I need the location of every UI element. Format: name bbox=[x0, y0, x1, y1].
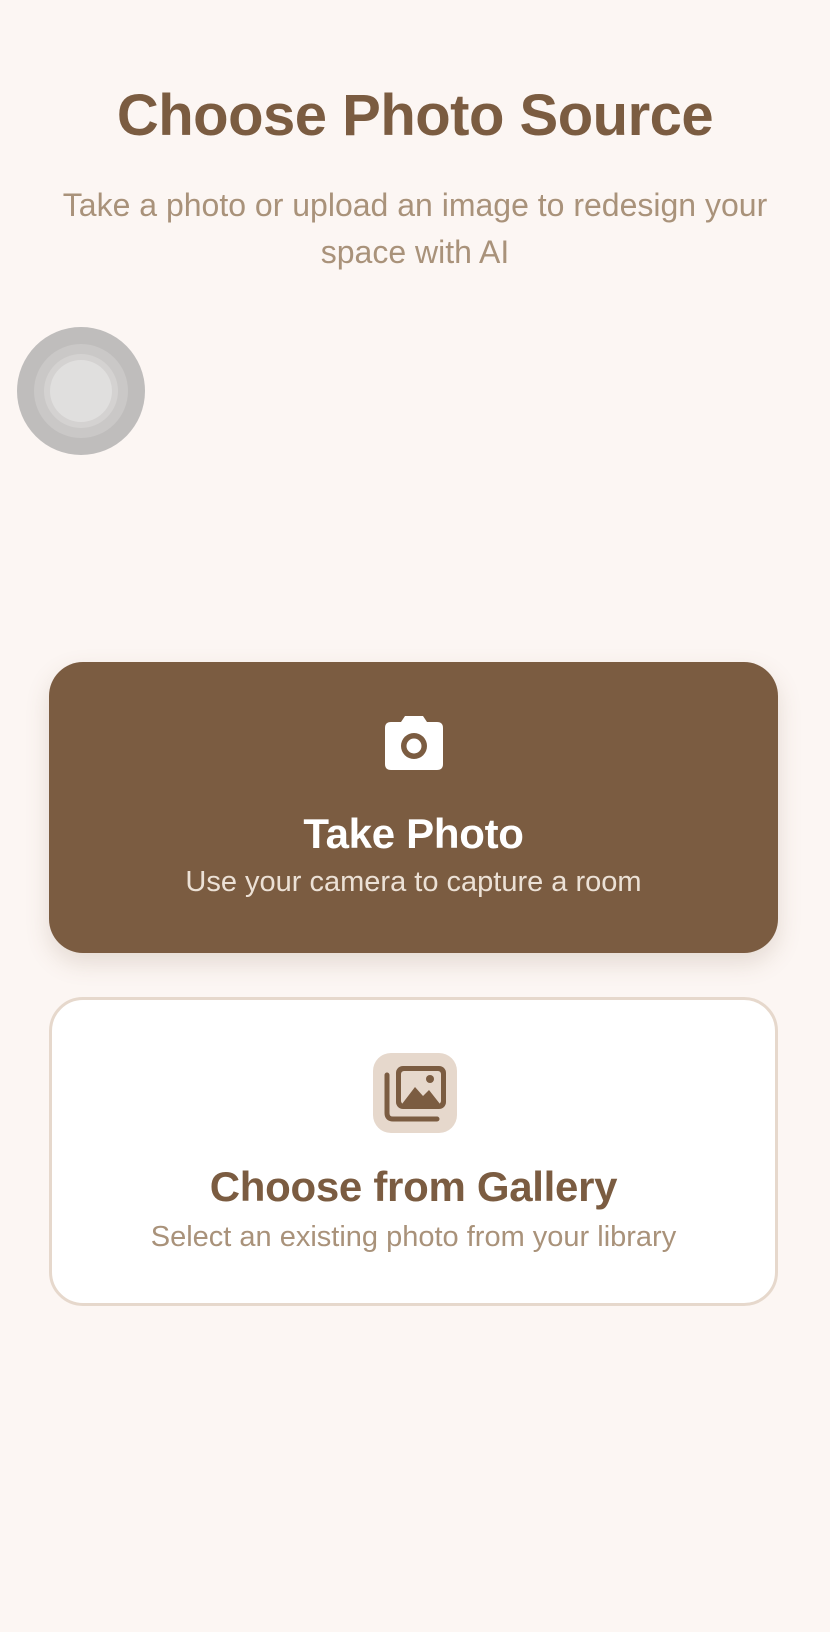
page-subtitle: Take a photo or upload an image to redes… bbox=[62, 187, 768, 270]
assistive-touch-button[interactable] bbox=[17, 327, 145, 455]
take-photo-description: Use your camera to capture a room bbox=[185, 866, 642, 898]
choose-from-gallery-title: Choose from Gallery bbox=[209, 1163, 618, 1210]
page-title: Choose Photo Source bbox=[116, 83, 714, 148]
photo-source-screen: Choose Photo Source Take a photo or uplo… bbox=[0, 0, 830, 1632]
choose-from-gallery-description: Select an existing photo from your libra… bbox=[150, 1221, 677, 1253]
take-photo-title: Take Photo bbox=[303, 810, 524, 857]
camera-icon bbox=[385, 716, 443, 770]
photo-library-icon bbox=[384, 1066, 446, 1122]
photo-library-icon-badge bbox=[373, 1053, 457, 1133]
choose-from-gallery-button[interactable]: Choose from Gallery Select an existing p… bbox=[49, 997, 778, 1306]
take-photo-button[interactable]: Take Photo Use your camera to capture a … bbox=[49, 662, 778, 953]
